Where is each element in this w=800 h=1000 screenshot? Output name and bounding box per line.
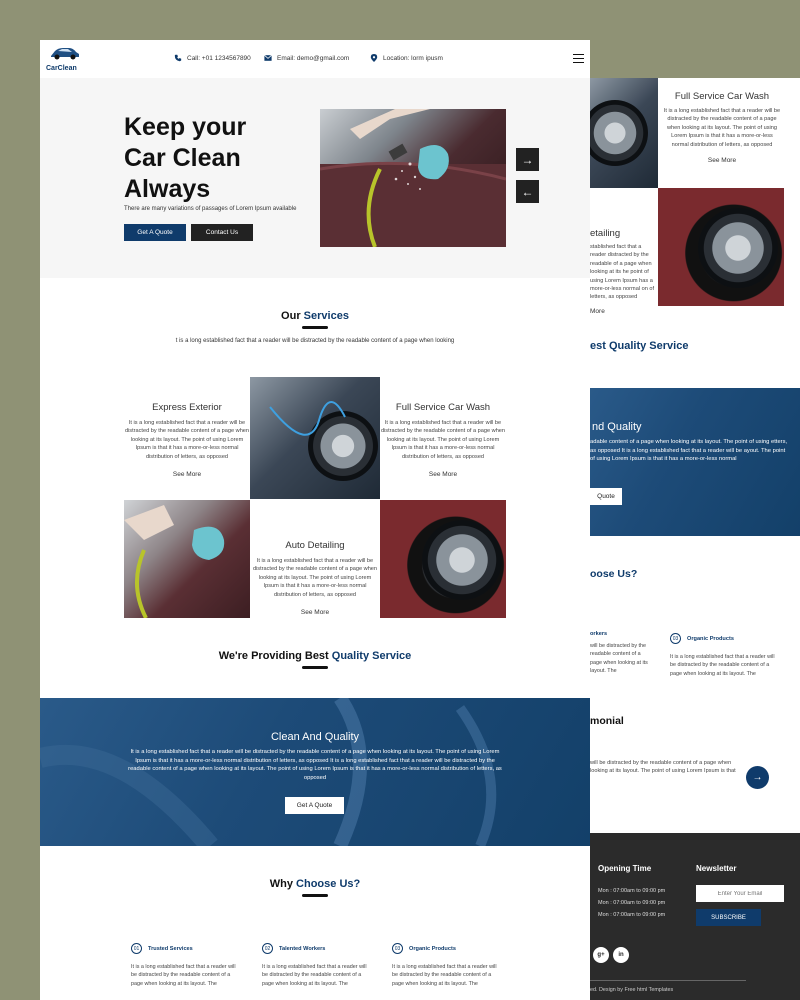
testimonial-body: will be distracted by the readable conte… <box>590 760 736 775</box>
service-image-tire <box>658 188 784 306</box>
service-card-detailing-partial: etailing stablished fact that a reader d… <box>590 228 656 315</box>
service-card-full-wash: Full Service Car Wash It is a long estab… <box>662 91 782 164</box>
service-image-wash <box>590 78 658 188</box>
see-more-link[interactable]: See More <box>380 471 506 478</box>
testimonial-title-partial: monial <box>590 715 624 727</box>
banner-body: adable content of a page when looking at… <box>590 439 788 463</box>
why-body: It is a long established fact that a rea… <box>392 964 497 987</box>
why-heading: Talented Workers <box>279 945 326 952</box>
why-heading: Organic Products <box>409 945 456 952</box>
service-card-body: It is a long established fact that a rea… <box>124 420 250 460</box>
why-item-organic: 03 Organic Products It is a long establis… <box>670 630 780 678</box>
get-quote-button[interactable]: Quote <box>590 488 622 505</box>
hero-section: Keep your Car Clean Always There are man… <box>40 78 590 278</box>
banner-body: It is a long established fact that a rea… <box>128 749 502 781</box>
service-card-title: Full Service Car Wash <box>395 402 491 413</box>
why-number: 03 <box>670 633 681 645</box>
why-body: It is a long established fact that a rea… <box>131 964 236 987</box>
car-logo-icon <box>51 48 79 60</box>
footer: Opening Time Mon : 07:00am to 09:00 pm M… <box>590 833 800 1000</box>
why-heading: Organic Products <box>687 635 734 642</box>
opening-row: Mon : 07:00am to 09:00 pm <box>598 900 666 906</box>
car-wash-illustration <box>320 109 506 247</box>
banner-partial: nd Quality adable content of a page when… <box>590 388 800 536</box>
why-number: 02 <box>262 943 273 955</box>
service-card-title: Full Service Car Wash <box>674 91 770 102</box>
service-image-wheel-wash <box>250 377 380 499</box>
get-quote-button[interactable]: Get A Quote <box>285 797 344 814</box>
banner-title: Clean And Quality <box>270 731 360 743</box>
quality-title-partial: est Quality Service <box>590 340 689 352</box>
why-item-talented-workers: 02 Talented Workers It is a long establis… <box>262 940 372 988</box>
testimonial-next-button[interactable]: → <box>746 766 769 789</box>
why-heading: Trusted Services <box>148 945 193 952</box>
linkedin-icon[interactable]: in <box>613 947 629 963</box>
see-more-link[interactable]: See More <box>124 471 250 478</box>
brand-name: CarClean <box>46 65 77 72</box>
hamburger-menu-icon[interactable] <box>573 54 584 63</box>
map-pin-icon <box>370 54 378 62</box>
why-number: 01 <box>131 943 142 955</box>
service-card-body: It is a long established fact that a rea… <box>380 420 506 460</box>
service-card-full-wash: Full Service Car Wash It is a long estab… <box>380 402 506 478</box>
why-item-workers-partial: orkers will be distracted by the readabl… <box>590 631 648 675</box>
copyright: ed. Design by Free html Templates <box>590 987 674 993</box>
why-body: It is a long established fact that a rea… <box>670 654 775 677</box>
slider-prev-button[interactable]: ← <box>516 180 539 203</box>
title-underline <box>302 326 328 329</box>
newsletter-email-input[interactable] <box>696 885 784 902</box>
opening-row: Mon : 07:00am to 09:00 pm <box>598 888 666 894</box>
clean-quality-banner: Clean And Quality It is a long establish… <box>40 698 590 846</box>
see-more-link[interactable]: See More <box>662 157 782 164</box>
see-more-link[interactable]: More <box>590 308 656 315</box>
newsletter-title: Newsletter <box>696 864 737 873</box>
why-item-trusted-services: 01 Trusted Services It is a long establis… <box>131 940 241 988</box>
opening-time-title: Opening Time <box>598 864 652 873</box>
service-card-title: etailing <box>590 228 621 239</box>
contact-location: Location: lorm ipusm <box>370 54 443 62</box>
why-item-organic-products: 03 Organic Products It is a long establis… <box>392 940 502 988</box>
service-card-title: Express Exterior <box>152 402 222 413</box>
see-more-link[interactable]: See More <box>252 609 378 616</box>
opening-row: Mon : 07:00am to 09:00 pm <box>598 912 666 918</box>
title-underline <box>302 894 328 897</box>
hero-car-wash-image <box>320 109 506 247</box>
why-number: 03 <box>392 943 403 955</box>
hero-subtitle: There are many variations of passages of… <box>124 206 297 212</box>
top-bar: CarClean Call: +01 1234567890 Email: dem… <box>40 40 590 78</box>
service-image-hose <box>124 500 250 618</box>
subscribe-button[interactable]: SUBSCRIBE <box>696 909 761 926</box>
hero-title: Keep your Car Clean Always <box>124 113 247 203</box>
contact-us-button[interactable]: Contact Us <box>191 224 253 241</box>
why-title-partial: oose Us? <box>590 568 638 580</box>
footer-divider <box>590 980 746 981</box>
title-underline <box>302 666 328 669</box>
opening-time-list: Mon : 07:00am to 09:00 pm Mon : 07:00am … <box>598 885 665 921</box>
services-title: Our Services <box>40 310 590 329</box>
contact-phone: Call: +01 1234567890 <box>174 54 251 62</box>
slider-next-button[interactable]: → <box>516 148 539 171</box>
contact-email: Email: demo@gmail.com <box>264 54 349 62</box>
main-page: CarClean Call: +01 1234567890 Email: dem… <box>40 40 590 1000</box>
envelope-icon <box>264 54 272 61</box>
quality-service-title: We're Providing Best Quality Service <box>40 650 590 669</box>
service-card-express-exterior: Express Exterior It is a long establishe… <box>124 402 250 478</box>
get-quote-button[interactable]: Get A Quote <box>124 224 186 241</box>
service-card-body: It is a long established fact that a rea… <box>663 108 781 148</box>
logo[interactable]: CarClean <box>46 46 86 72</box>
phone-icon <box>174 54 182 62</box>
service-card-auto-detailing: Auto Detailing It is a long established … <box>252 540 378 616</box>
service-card-title: Auto Detailing <box>285 540 345 551</box>
why-body: It is a long established fact that a rea… <box>262 964 367 987</box>
service-card-body: stablished fact that a reader distracted… <box>590 244 655 301</box>
why-choose-us-title: Why Choose Us? <box>40 878 590 897</box>
service-card-body: It is a long established fact that a rea… <box>252 558 378 598</box>
services-description: t is a long established fact that a read… <box>175 338 455 344</box>
google-plus-icon[interactable]: g+ <box>593 947 609 963</box>
service-image-tire <box>380 500 506 618</box>
background-page-preview: Full Service Car Wash It is a long estab… <box>590 78 800 1000</box>
banner-title: nd Quality <box>592 421 642 433</box>
